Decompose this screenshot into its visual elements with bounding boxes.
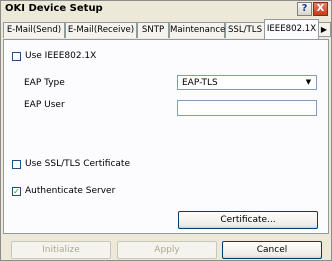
close-button[interactable]: X xyxy=(313,2,328,16)
eap-type-label: EAP Type xyxy=(24,78,65,88)
use-ssl-tls-certificate-checkbox[interactable] xyxy=(12,160,21,169)
eap-user-label: EAP User xyxy=(24,100,65,110)
tab-email-send[interactable]: E-Mail(Send) xyxy=(3,22,65,38)
initialize-button[interactable]: Initialize xyxy=(11,241,111,259)
use-ssl-tls-certificate-label: Use SSL/TLS Certificate xyxy=(25,159,130,169)
tab-ssl-tls[interactable]: SSL/TLS xyxy=(225,22,265,38)
help-button[interactable]: ? xyxy=(297,2,312,16)
title-bar: OKI Device Setup ? X xyxy=(1,1,331,19)
certificate-button[interactable]: Certificate... xyxy=(178,211,318,229)
tab-strip: E-Mail(Send) E-Mail(Receive) SNTP Mainte… xyxy=(3,19,331,39)
authenticate-server-checkbox[interactable]: ✓ xyxy=(12,187,21,196)
chevron-down-icon[interactable]: ▼ xyxy=(303,77,314,88)
eap-user-input[interactable] xyxy=(177,100,317,116)
cancel-button[interactable]: Cancel xyxy=(222,241,322,259)
ieee8021x-page: Use IEEE802.1X EAP Type EAP-TLS ▼ EAP Us… xyxy=(3,39,329,234)
tab-sntp[interactable]: SNTP xyxy=(137,22,169,38)
eap-type-select[interactable]: EAP-TLS ▼ xyxy=(177,75,317,90)
device-setup-window: OKI Device Setup ? X E-Mail(Send) E-Mail… xyxy=(0,0,332,261)
use-ieee8021x-checkbox[interactable] xyxy=(12,52,21,61)
authenticate-server-label: Authenticate Server xyxy=(25,186,116,196)
eap-type-value: EAP-TLS xyxy=(182,78,218,88)
apply-button[interactable]: Apply xyxy=(117,241,217,259)
tab-ieee8021x[interactable]: IEEE802.1X xyxy=(264,19,319,39)
use-ieee8021x-label: Use IEEE802.1X xyxy=(25,51,97,61)
window-title: OKI Device Setup xyxy=(5,3,103,14)
tab-maintenance[interactable]: Maintenance xyxy=(169,22,225,38)
tab-email-receive[interactable]: E-Mail(Receive) xyxy=(65,22,137,38)
tab-scroll-right-icon[interactable]: ▶ xyxy=(317,22,331,37)
